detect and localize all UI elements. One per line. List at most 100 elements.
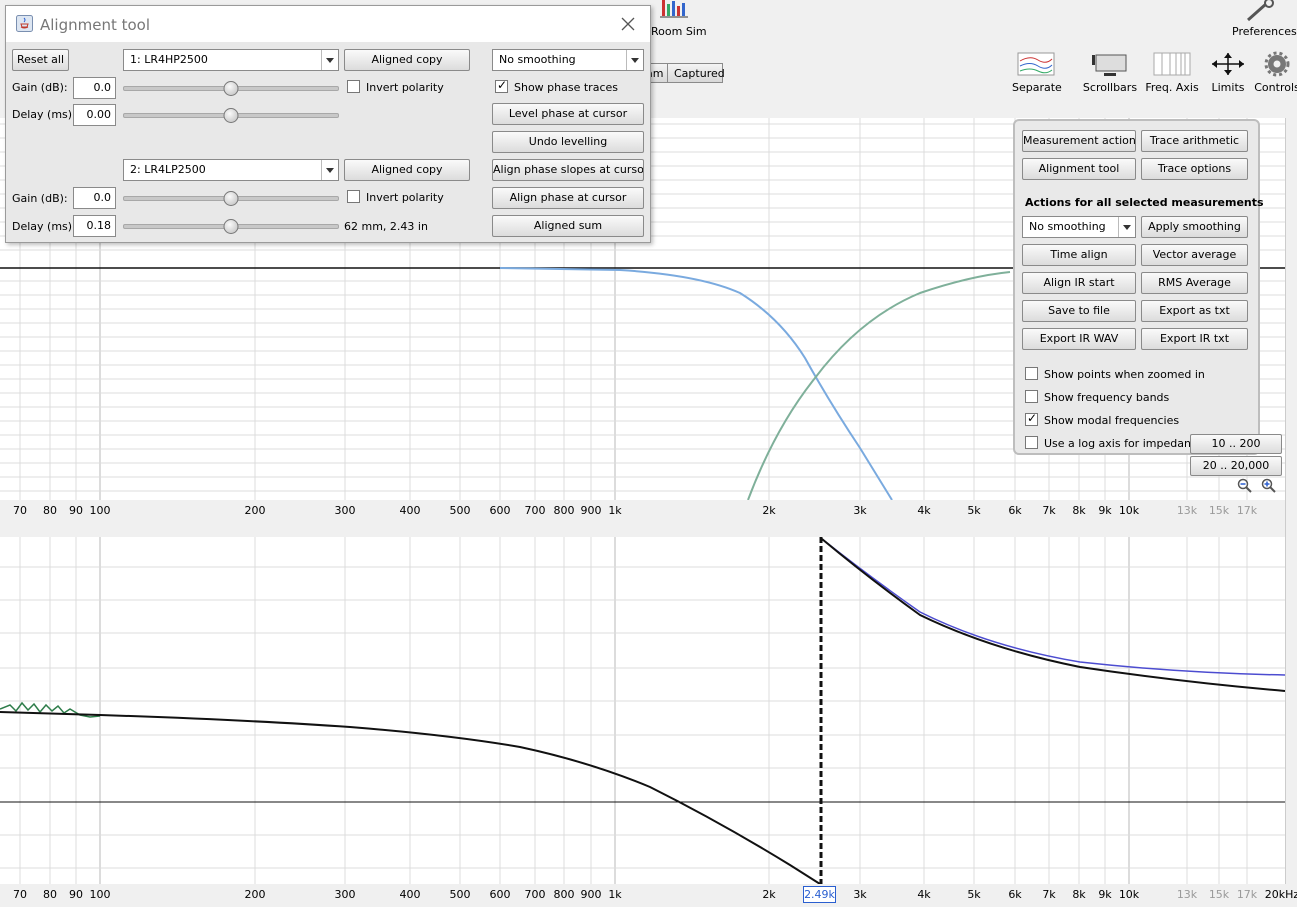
delay-1-input[interactable]: 0.00 [73,104,116,126]
wrench-icon[interactable] [1242,0,1282,22]
alignment-tool-button[interactable]: Alignment tool [1022,158,1136,180]
scrollbars-button[interactable]: Scrollbars [1082,51,1138,94]
dialog-titlebar[interactable]: Alignment tool [6,6,650,42]
dialog-smoothing-select[interactable]: No smoothing [492,49,644,71]
tick-label: 17k [1236,888,1258,901]
chevron-down-icon[interactable] [626,50,643,70]
tick-label: 1k [608,888,622,901]
panel-separator [0,522,1285,537]
dialog-title: Alignment tool [40,16,151,34]
controls-button[interactable]: Controls [1254,51,1297,94]
tick-label: 100 [89,888,111,901]
gain-1-slider[interactable] [123,80,339,96]
align-ir-start-button[interactable]: Align IR start [1022,272,1136,294]
undo-levelling-button[interactable]: Undo levelling [492,131,644,153]
reset-all-button[interactable]: Reset all [12,49,69,71]
measurement-actions-button[interactable]: Measurement actions [1022,130,1136,152]
tick-label: 13k [1176,504,1198,517]
show-phase-label: Show phase traces [514,81,618,94]
apply-smoothing-button[interactable]: Apply smoothing [1141,216,1248,238]
log-axis-label: Use a log axis for impedance [1044,437,1204,450]
tick-label: 8k [1072,888,1086,901]
freq-axis-label: Freq. Axis [1145,81,1199,94]
limits-button[interactable]: Limits [1207,51,1249,94]
show-bands-checkbox[interactable] [1025,390,1038,403]
tick-label: 5k [967,504,981,517]
level-phase-button[interactable]: Level phase at cursor [492,103,644,125]
separate-button[interactable]: Separate [1012,51,1062,94]
export-txt-button[interactable]: Export as txt [1141,300,1248,322]
actions-smoothing-value: No smoothing [1029,220,1106,233]
tick-label: 600 [489,888,511,901]
tick-label: 10k [1118,888,1140,901]
aligned-copy-2-button[interactable]: Aligned copy [344,159,470,181]
tick-label: 1k [608,504,622,517]
tick-label: 4k [917,504,931,517]
show-points-checkbox[interactable] [1025,367,1038,380]
upper-freq-axis: 70 80 90 100 200 300 400 500 600 700 800… [0,500,1285,522]
invert-2-checkbox[interactable] [347,190,360,203]
delay-1-slider[interactable] [123,107,339,123]
invert-1-label: Invert polarity [366,81,444,94]
gain-1-input[interactable]: 0.0 [73,77,116,99]
tick-label: 300 [334,504,356,517]
actions-smoothing-select[interactable]: No smoothing [1022,216,1136,238]
chevron-down-icon[interactable] [1118,217,1135,237]
log-axis-checkbox[interactable] [1025,436,1038,449]
phase-graph[interactable] [0,537,1285,884]
tick-label: 70 [13,504,27,517]
slider-knob[interactable] [223,191,239,206]
measurement-2-select[interactable]: 2: LR4LP2500 [123,159,339,181]
tick-label: 800 [553,504,575,517]
gain-2-input[interactable]: 0.0 [73,187,116,209]
tick-label: 80 [43,888,57,901]
zoom-out-icon[interactable] [1237,478,1253,494]
export-ir-wav-button[interactable]: Export IR WAV [1022,328,1136,350]
slider-knob[interactable] [223,108,239,123]
time-align-button[interactable]: Time align [1022,244,1136,266]
preferences-label[interactable]: Preferences [1232,25,1297,38]
limits-label: Limits [1211,81,1245,94]
tick-label: 500 [449,888,471,901]
measurement-1-select[interactable]: 1: LR4HP2500 [123,49,339,71]
rms-average-button[interactable]: RMS Average [1141,272,1248,294]
aligned-sum-button[interactable]: Aligned sum [492,215,644,237]
dialog-smoothing-value: No smoothing [499,53,576,66]
tick-label: 300 [334,888,356,901]
gain-2-slider[interactable] [123,190,339,206]
trace-options-button[interactable]: Trace options [1141,158,1248,180]
close-icon[interactable] [620,16,636,32]
right-scroll-strip[interactable] [1285,118,1297,884]
slider-knob[interactable] [223,219,239,234]
vector-average-button[interactable]: Vector average [1141,244,1248,266]
export-ir-txt-button[interactable]: Export IR txt [1141,328,1248,350]
tick-label: 500 [449,504,471,517]
tick-label: 700 [524,504,546,517]
lower-freq-axis: 70 80 90 100 200 300 400 500 600 700 800… [0,884,1297,906]
align-phase-button[interactable]: Align phase at cursor [492,187,644,209]
range-20-20000-button[interactable]: 20 .. 20,000 [1190,456,1282,476]
room-sim-icon[interactable] [658,0,690,18]
chevron-down-icon[interactable] [321,50,338,70]
delay-2-slider[interactable] [123,218,339,234]
trace-arithmetic-button[interactable]: Trace arithmetic [1141,130,1248,152]
phase-plot[interactable] [0,537,1285,884]
chevron-down-icon[interactable] [321,160,338,180]
room-sim-label[interactable]: Room Sim [651,25,707,38]
range-10-200-button[interactable]: 10 .. 200 [1190,434,1282,454]
show-phase-checkbox[interactable] [495,78,508,93]
invert-2-label: Invert polarity [366,191,444,204]
gain-1-label: Gain (dB): [12,81,68,94]
freq-axis-button[interactable]: Freq. Axis [1145,51,1199,94]
tab-captured[interactable]: Captured [667,63,725,83]
zoom-in-icon[interactable] [1261,478,1277,494]
gear-icon [1264,51,1290,77]
save-to-file-button[interactable]: Save to file [1022,300,1136,322]
slider-knob[interactable] [223,81,239,96]
tick-label: 100 [89,504,111,517]
show-modal-checkbox[interactable] [1025,411,1038,426]
invert-1-checkbox[interactable] [347,80,360,93]
aligned-copy-1-button[interactable]: Aligned copy [344,49,470,71]
delay-2-input[interactable]: 0.18 [73,215,116,237]
align-slopes-button[interactable]: Align phase slopes at cursor [492,159,644,181]
